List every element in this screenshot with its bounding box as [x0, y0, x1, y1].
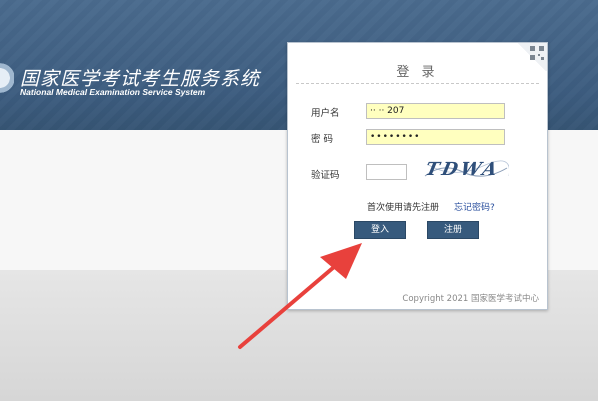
captcha-text: TDWA [423, 159, 501, 180]
forgot-password-link[interactable]: 忘记密码? [454, 200, 495, 213]
login-title: 登 录 [396, 65, 439, 80]
password-input[interactable] [366, 129, 505, 145]
captcha-input[interactable] [366, 164, 407, 180]
captcha-image[interactable]: TDWA [423, 154, 509, 184]
captcha-label: 验证码 [311, 170, 340, 181]
register-button[interactable]: 注册 [427, 221, 479, 239]
site-subtitle: National Medical Examination Service Sys… [20, 87, 206, 97]
divider [296, 83, 539, 84]
qr-code-icon [530, 46, 544, 60]
red-arrow-icon [238, 243, 362, 349]
username-label: 用户名 [311, 108, 340, 119]
password-label: 密 码 [311, 134, 334, 145]
first-use-notice: 首次使用请先注册 [367, 203, 440, 213]
username-input[interactable] [366, 103, 505, 119]
copyright-text: Copyright 2021 国家医学考试中心 [402, 294, 539, 304]
